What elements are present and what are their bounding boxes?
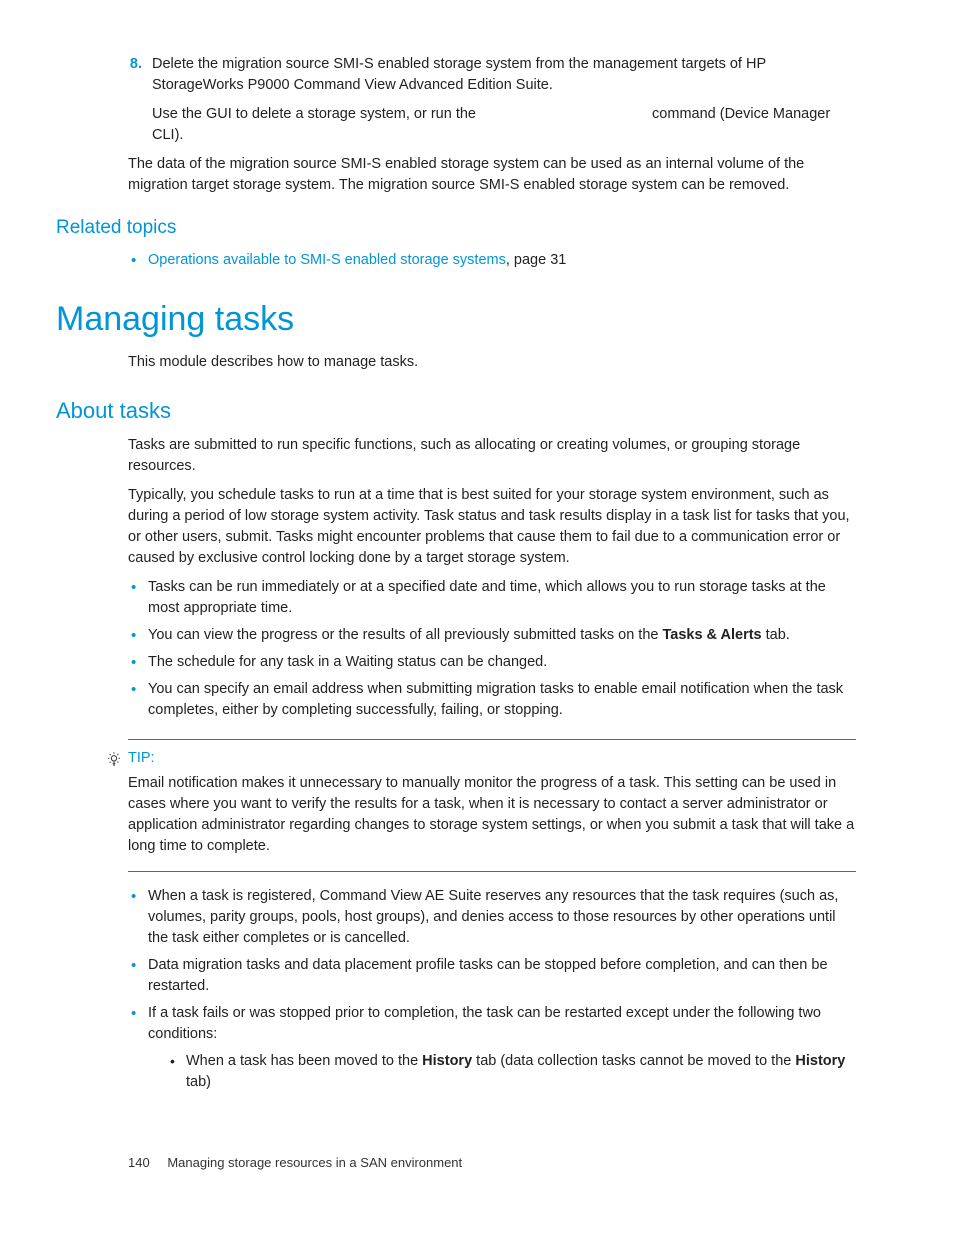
ordered-step-8: 8. Delete the migration source SMI-S ena…: [152, 54, 856, 146]
nested-b1: History: [422, 1053, 472, 1069]
nested-conditions-list: When a task has been moved to the Histor…: [148, 1051, 856, 1093]
list-item: If a task fails or was stopped prior to …: [128, 1003, 856, 1093]
about-bullet-list-1: Tasks can be run immediately or at a spe…: [128, 577, 856, 721]
related-item: Operations available to SMI-S enabled st…: [128, 250, 856, 271]
tip-header: TIP:: [128, 748, 856, 769]
tip-body: Email notification makes it unnecessary …: [128, 773, 856, 857]
step-number: 8.: [118, 54, 142, 146]
para-after-step: The data of the migration source SMI-S e…: [0, 154, 954, 196]
about-p1: Tasks are submitted to run specific func…: [128, 435, 856, 477]
list-item: When a task has been moved to the Histor…: [168, 1051, 856, 1093]
tip-label: TIP:: [128, 748, 155, 769]
section-intro-text: This module describes how to manage task…: [128, 352, 856, 373]
section-heading-managing-tasks: Managing tasks: [0, 295, 954, 344]
about-p2: Typically, you schedule tasks to run at …: [128, 485, 856, 569]
nested-post: tab): [186, 1074, 211, 1090]
b2-post: tab.: [762, 627, 790, 643]
document-page: 8. Delete the migration source SMI-S ena…: [0, 0, 954, 1235]
nested-b2: History: [795, 1053, 845, 1069]
related-link-suffix: , page 31: [506, 252, 566, 268]
step-8-block: 8. Delete the migration source SMI-S ena…: [0, 54, 954, 146]
related-link[interactable]: Operations available to SMI-S enabled st…: [148, 252, 506, 268]
b3-text: If a task fails or was stopped prior to …: [148, 1005, 821, 1042]
list-item: When a task is registered, Command View …: [128, 886, 856, 949]
list-item: The schedule for any task in a Waiting s…: [128, 652, 856, 673]
list-item: You can specify an email address when su…: [128, 679, 856, 721]
nested-pre: When a task has been moved to the: [186, 1053, 422, 1069]
section-intro: This module describes how to manage task…: [0, 352, 954, 373]
tip-callout: TIP: Email notification makes it unneces…: [128, 739, 856, 872]
list-item: Tasks can be run immediately or at a spe…: [128, 577, 856, 619]
list-item: Data migration tasks and data placement …: [128, 955, 856, 997]
page-footer: 140 Managing storage resources in a SAN …: [128, 1154, 462, 1173]
nested-mid: tab (data collection tasks cannot be mov…: [472, 1053, 795, 1069]
step-8-body: Delete the migration source SMI-S enable…: [152, 56, 766, 93]
list-item: You can view the progress or the results…: [128, 625, 856, 646]
about-tasks-body: Tasks are submitted to run specific func…: [0, 435, 954, 1093]
b2-bold: Tasks & Alerts: [662, 627, 761, 643]
related-topics-heading: Related topics: [0, 214, 954, 242]
footer-title: Managing storage resources in a SAN envi…: [167, 1155, 462, 1170]
page-number: 140: [128, 1155, 150, 1170]
step-text: Delete the migration source SMI-S enable…: [152, 54, 856, 146]
about-bullet-list-2: When a task is registered, Command View …: [128, 886, 856, 1093]
sub-pre: Use the GUI to delete a storage system, …: [152, 106, 480, 122]
subsection-heading-about-tasks: About tasks: [0, 395, 954, 427]
lightbulb-icon: [106, 751, 122, 767]
b2-pre: You can view the progress or the results…: [148, 627, 662, 643]
migration-note: The data of the migration source SMI-S e…: [128, 154, 856, 196]
related-topics-list: Operations available to SMI-S enabled st…: [0, 250, 954, 271]
step-8-subpara: Use the GUI to delete a storage system, …: [152, 104, 856, 146]
